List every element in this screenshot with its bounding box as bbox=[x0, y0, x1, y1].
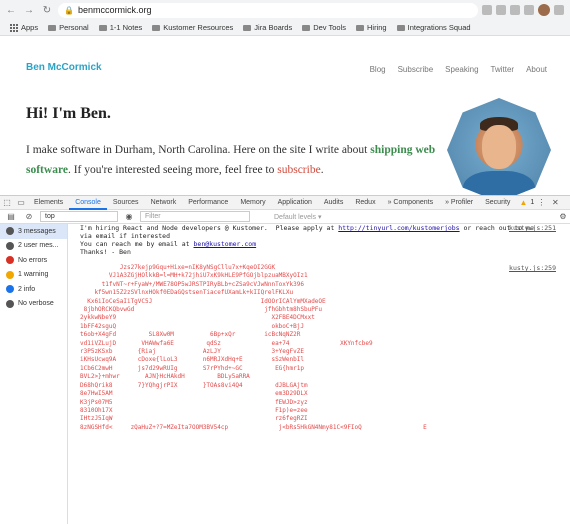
bug-icon bbox=[6, 299, 14, 308]
sidebar-item-messages[interactable]: 3 messages bbox=[0, 224, 67, 239]
folder-icon bbox=[98, 24, 107, 31]
tab-redux[interactable]: Redux bbox=[349, 196, 381, 210]
folder-icon bbox=[48, 24, 57, 31]
sidebar-item-verbose[interactable]: No verbose bbox=[0, 297, 67, 312]
author-photo bbox=[447, 98, 551, 202]
source-link[interactable]: kusty.js:259 bbox=[509, 264, 556, 272]
console-message: kusty.js:259 Jzs27kejp9Gqu+Hixe=nIK8yNSg… bbox=[80, 264, 570, 441]
lock-icon: 🔒 bbox=[64, 5, 74, 15]
devtools-tabs: ⬚ ▭ Elements Console Sources Network Per… bbox=[0, 196, 570, 210]
sidebar-item-user-messages[interactable]: 2 user mes... bbox=[0, 239, 67, 254]
nav-twitter[interactable]: Twitter bbox=[491, 65, 515, 74]
star-icon[interactable] bbox=[482, 5, 492, 15]
tab-performance[interactable]: Performance bbox=[182, 196, 234, 210]
nav-blog[interactable]: Blog bbox=[370, 65, 386, 74]
tab-profiler[interactable]: » Profiler bbox=[439, 196, 479, 210]
device-toolbar-icon[interactable]: ▭ bbox=[14, 196, 28, 210]
extension-icons bbox=[482, 4, 564, 16]
info-icon bbox=[6, 285, 14, 294]
bookmarks-bar: Apps Personal 1-1 Notes Kustomer Resourc… bbox=[0, 20, 570, 36]
tab-sources[interactable]: Sources bbox=[107, 196, 145, 210]
bookmark-integrations[interactable]: Integrations Squad bbox=[396, 23, 471, 32]
tab-memory[interactable]: Memory bbox=[234, 196, 271, 210]
inspect-icon[interactable]: ⬚ bbox=[0, 196, 14, 210]
website-content: Ben McCormick Blog Subscribe Speaking Tw… bbox=[0, 37, 570, 202]
warning-icon bbox=[6, 270, 14, 279]
subscribe-link[interactable]: subscribe bbox=[277, 164, 320, 176]
folder-icon bbox=[396, 24, 405, 31]
sidebar-toggle-icon[interactable]: ▤ bbox=[4, 210, 18, 224]
ascii-art-logo: Jzs27kejp9Gqu+Hixe=nIK8yNSgCllu7x+KqeOI2… bbox=[80, 264, 427, 431]
email-link[interactable]: ben@kustomer.com bbox=[194, 240, 257, 248]
tab-network[interactable]: Network bbox=[145, 196, 183, 210]
context-selector[interactable]: top bbox=[40, 211, 118, 222]
extension-icon[interactable] bbox=[496, 5, 506, 15]
tab-elements[interactable]: Elements bbox=[28, 196, 69, 210]
sidebar-item-info[interactable]: 2 info bbox=[0, 282, 67, 297]
tab-components[interactable]: » Components bbox=[382, 196, 440, 210]
settings-gear-icon[interactable]: ⚙ bbox=[556, 210, 570, 224]
intro-text: I make software in Durham, North Carolin… bbox=[26, 144, 436, 176]
tab-console[interactable]: Console bbox=[69, 196, 107, 210]
bookmark-kustomer[interactable]: Kustomer Resources bbox=[152, 23, 233, 32]
menu-icon[interactable] bbox=[554, 5, 564, 15]
bookmark-devtools[interactable]: Dev Tools bbox=[302, 23, 346, 32]
filter-input[interactable]: Filter bbox=[140, 211, 250, 222]
bookmark-personal[interactable]: Personal bbox=[48, 23, 89, 32]
tab-security[interactable]: Security bbox=[479, 196, 516, 210]
sidebar-item-errors[interactable]: No errors bbox=[0, 253, 67, 268]
forward-icon[interactable]: → bbox=[22, 5, 36, 16]
bookmark-notes[interactable]: 1-1 Notes bbox=[98, 23, 142, 32]
folder-icon bbox=[243, 24, 252, 31]
page-heading: Hi! I'm Ben. bbox=[26, 105, 111, 122]
extension-icon[interactable] bbox=[510, 5, 520, 15]
clear-console-icon[interactable]: ⊘ bbox=[22, 210, 36, 224]
bookmark-hiring[interactable]: Hiring bbox=[356, 23, 387, 32]
log-levels-dropdown[interactable]: Default levels ▾ bbox=[274, 213, 321, 221]
nav-subscribe[interactable]: Subscribe bbox=[398, 65, 434, 74]
tab-application[interactable]: Application bbox=[272, 196, 318, 210]
list-icon bbox=[6, 227, 14, 236]
nav-speaking[interactable]: Speaking bbox=[445, 65, 478, 74]
sidebar-item-warnings[interactable]: 1 warning bbox=[0, 268, 67, 283]
tab-audits[interactable]: Audits bbox=[318, 196, 349, 210]
folder-icon bbox=[152, 24, 161, 31]
folder-icon bbox=[302, 24, 311, 31]
folder-icon bbox=[356, 24, 365, 31]
source-link[interactable]: kusty.js:251 bbox=[509, 224, 556, 232]
extension-icon[interactable] bbox=[524, 5, 534, 15]
back-icon[interactable]: ← bbox=[4, 5, 18, 16]
more-options-icon[interactable]: ⋮ bbox=[534, 196, 548, 210]
error-icon bbox=[6, 256, 14, 265]
url-text: benmccormick.org bbox=[77, 5, 152, 15]
reload-icon[interactable]: ↻ bbox=[40, 5, 54, 16]
site-logo[interactable]: Ben McCormick bbox=[26, 62, 102, 73]
profile-avatar[interactable] bbox=[538, 4, 550, 16]
browser-toolbar: ← → ↻ 🔒 benmccormick.org bbox=[0, 0, 570, 20]
jobs-link[interactable]: http://tinyurl.com/kustomerjobs bbox=[338, 224, 459, 232]
eye-icon[interactable]: ◉ bbox=[122, 210, 136, 224]
warning-icon[interactable]: ▲ bbox=[516, 196, 530, 210]
apps-grid-icon bbox=[10, 23, 18, 32]
console-output: kusty.js:251 I'm hiring React and Node d… bbox=[68, 224, 570, 524]
nav-about[interactable]: About bbox=[526, 65, 547, 74]
console-sidebar: 3 messages 2 user mes... No errors 1 war… bbox=[0, 224, 68, 524]
console-message: kusty.js:251 I'm hiring React and Node d… bbox=[80, 224, 556, 256]
user-icon bbox=[6, 241, 14, 250]
site-nav: Blog Subscribe Speaking Twitter About bbox=[370, 65, 547, 74]
address-bar[interactable]: 🔒 benmccormick.org bbox=[58, 2, 478, 18]
devtools-panel: ⬚ ▭ Elements Console Sources Network Per… bbox=[0, 195, 570, 524]
bookmark-apps[interactable]: Apps bbox=[10, 23, 38, 32]
close-icon[interactable]: ✕ bbox=[548, 196, 562, 210]
bookmark-jira[interactable]: Jira Boards bbox=[243, 23, 292, 32]
console-toolbar: ▤ ⊘ top ◉ Filter Default levels ▾ ⚙ bbox=[0, 210, 570, 224]
